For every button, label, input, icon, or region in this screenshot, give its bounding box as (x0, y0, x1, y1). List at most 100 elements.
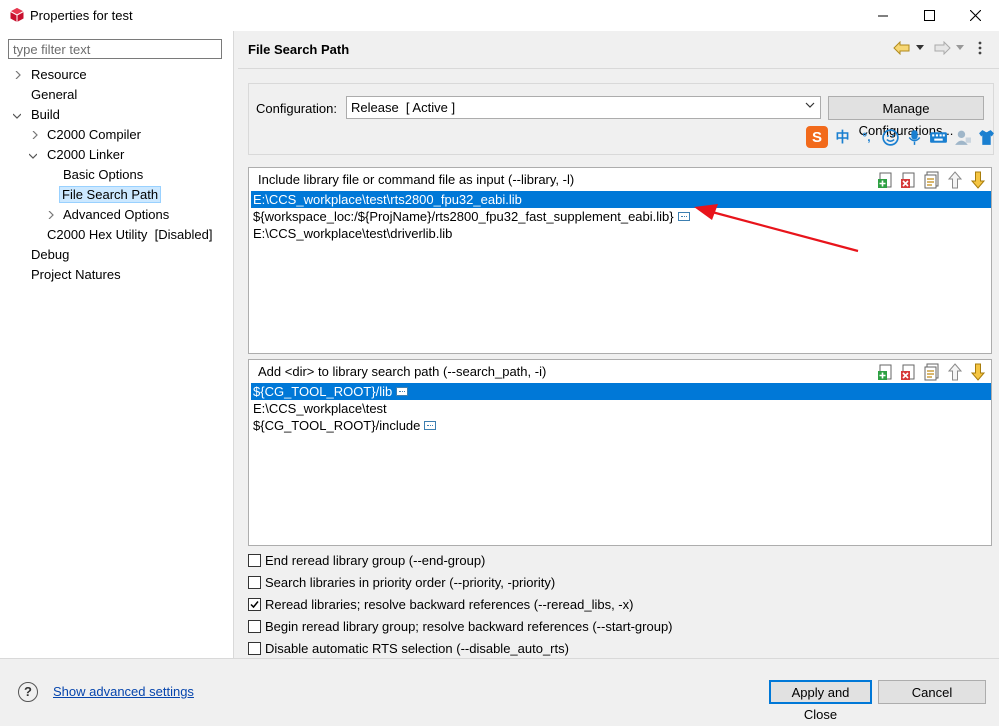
divider (238, 68, 999, 69)
delete-icon[interactable] (900, 171, 918, 189)
tree-item-label: C2000 Compiler (47, 127, 141, 142)
list-item[interactable]: ${CG_TOOL_ROOT}/include (251, 417, 991, 434)
annotation-arrow-icon (694, 204, 859, 253)
close-icon (969, 10, 981, 21)
help-icon[interactable]: ? (18, 682, 38, 702)
forward-history-dropdown-icon[interactable] (956, 45, 964, 51)
checkbox[interactable] (248, 553, 261, 567)
list-item[interactable]: ${workspace_loc:/${ProjName}/rts2800_fpu… (251, 208, 991, 225)
manage-configurations-button[interactable]: Manage Configurations... (828, 96, 984, 138)
view-menu-icon[interactable] (975, 40, 985, 56)
delete-icon[interactable] (900, 363, 918, 381)
list-item[interactable]: E:\CCS_workplace\test (251, 400, 991, 417)
ime-punctuation-icon[interactable]: °, (857, 128, 876, 147)
move-down-icon[interactable] (969, 363, 987, 381)
list-item[interactable]: E:\CCS_workplace\test\driverlib.lib (251, 225, 991, 242)
chevron-down-icon[interactable] (29, 152, 37, 160)
variable-ellipsis-icon (396, 387, 409, 397)
search-path-toolbar (877, 363, 987, 381)
user-icon[interactable] (953, 128, 972, 147)
list-item-text: ${CG_TOOL_ROOT}/include (253, 418, 421, 433)
tree-item-label: C2000 Hex Utility [Disabled] (47, 227, 213, 242)
variable-ellipsis-icon (677, 212, 690, 222)
forward-arrow-icon[interactable] (933, 41, 951, 55)
microphone-icon[interactable] (905, 128, 924, 147)
search-path-list-title: Add <dir> to library search path (--sear… (258, 364, 547, 379)
library-search-path-list-group: Add <dir> to library search path (--sear… (248, 359, 992, 546)
move-up-icon[interactable] (946, 171, 964, 189)
emoji-icon[interactable] (881, 128, 900, 147)
tree-item-general[interactable]: General (29, 85, 79, 105)
title-bar (0, 0, 999, 31)
tree-item-basic-options[interactable]: Basic Options (61, 165, 145, 185)
maximize-button[interactable] (906, 0, 952, 31)
checkbox[interactable] (248, 597, 261, 611)
tree-item-label: File Search Path (59, 186, 162, 203)
apply-and-close-button[interactable]: Apply and Close (769, 680, 872, 722)
checkbox-disable-auto-rts[interactable]: Disable automatic RTS selection (--disab… (248, 638, 569, 658)
tree-item-build[interactable]: Build (29, 105, 62, 125)
tree-item-debug[interactable]: Debug (29, 245, 71, 265)
tree-item-label: Resource (31, 67, 87, 82)
divider (233, 31, 234, 658)
variable-ellipsis-icon (424, 421, 437, 431)
minimize-button[interactable] (860, 0, 906, 31)
skin-shirt-icon[interactable] (977, 128, 996, 147)
ime-chinese-glyph: 中 (835, 129, 850, 145)
tree-item-project-natures[interactable]: Project Natures (29, 265, 123, 285)
checkmark-icon (250, 600, 259, 608)
tree-item-label: General (31, 87, 78, 102)
checkbox[interactable] (248, 619, 261, 633)
chevron-right-icon[interactable] (47, 211, 55, 219)
tree-item-advanced-options[interactable]: Advanced Options (61, 205, 171, 225)
back-history-dropdown-icon[interactable] (916, 45, 924, 51)
checkbox[interactable] (248, 575, 261, 589)
tree-item-resource[interactable]: Resource (29, 65, 89, 85)
tree-item-c2000-linker[interactable]: C2000 Linker (45, 145, 126, 165)
chevron-right-icon[interactable] (31, 131, 39, 139)
page-header (238, 31, 999, 68)
cancel-button[interactable]: Cancel (878, 680, 986, 704)
window-title: Properties for test (30, 8, 133, 23)
back-arrow-icon[interactable] (893, 41, 911, 55)
checkbox-end-group[interactable]: End reread library group (--end-group) (248, 550, 485, 570)
move-down-icon[interactable] (969, 171, 987, 189)
ime-punct-glyph: °, (862, 130, 871, 144)
tree-item-label: Project Natures (31, 267, 121, 282)
checkbox-label: Disable automatic RTS selection (--disab… (265, 640, 569, 656)
tree-item-label: Build (31, 107, 60, 122)
tree-item-hex-utility[interactable]: C2000 Hex Utility [Disabled] (45, 225, 214, 245)
list-item-text: ${CG_TOOL_ROOT}/lib (253, 384, 393, 399)
tree-item-file-search-path[interactable]: File Search Path (59, 185, 162, 205)
tree-item-label: Advanced Options (63, 207, 170, 222)
edit-icon[interactable] (923, 171, 941, 189)
checkbox-reread-libs[interactable]: Reread libraries; resolve backward refer… (248, 594, 633, 614)
minimize-icon (878, 15, 888, 16)
list-item-text: ${workspace_loc:/${ProjName}/rts2800_fpu… (253, 209, 674, 224)
ime-toolbar: S 中 °, (806, 124, 999, 150)
configuration-value: Release [ Active ] (351, 100, 456, 115)
checkbox-label: Reread libraries; resolve backward refer… (265, 596, 634, 612)
filter-input[interactable] (8, 39, 222, 59)
checkbox-start-group[interactable]: Begin reread library group; resolve back… (248, 616, 673, 636)
list-item[interactable]: E:\CCS_workplace\test\rts2800_fpu32_eabi… (251, 191, 991, 208)
tree-item-label: C2000 Linker (47, 147, 125, 162)
edit-icon[interactable] (923, 363, 941, 381)
configuration-label: Configuration: (256, 101, 337, 116)
ime-logo-glyph: S (811, 128, 822, 146)
tree-item-c2000-compiler[interactable]: C2000 Compiler (45, 125, 143, 145)
checkbox-priority[interactable]: Search libraries in priority order (--pr… (248, 572, 555, 592)
checkbox[interactable] (248, 641, 261, 655)
keyboard-icon[interactable] (929, 128, 948, 147)
chevron-down-icon[interactable] (13, 112, 21, 120)
add-icon[interactable] (877, 171, 895, 189)
chevron-right-icon[interactable] (14, 71, 22, 79)
add-icon[interactable] (877, 363, 895, 381)
ime-chinese-mode-icon[interactable]: 中 (833, 128, 852, 147)
ime-logo-icon[interactable]: S (806, 126, 828, 148)
list-item[interactable]: ${CG_TOOL_ROOT}/lib (251, 383, 991, 400)
move-up-icon[interactable] (946, 363, 964, 381)
show-advanced-settings-link[interactable]: Show advanced settings (53, 684, 194, 699)
include-library-list-group: Include library file or command file as … (248, 167, 992, 354)
close-button[interactable] (952, 0, 998, 31)
